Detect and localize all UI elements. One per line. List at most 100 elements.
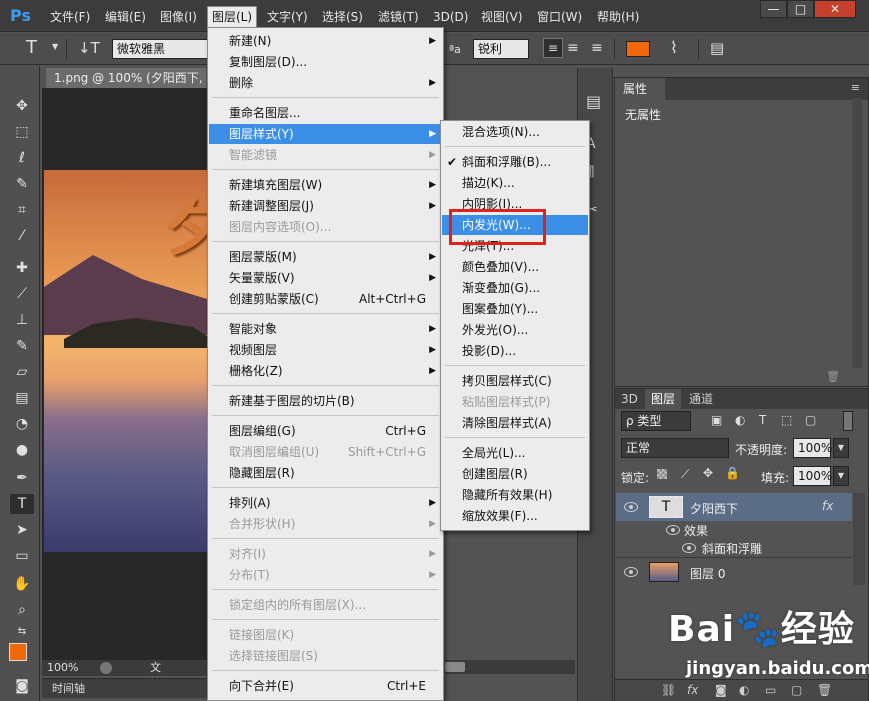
layer-menu-item[interactable]: 图层样式(Y) ▶ <box>209 124 442 144</box>
layer-style-item[interactable]: 全局光(L)... <box>442 443 588 463</box>
layer-menu-item[interactable]: 新建基于图层的切片(B) <box>209 391 442 411</box>
document-tab[interactable]: 1.png @ 100% (夕阳西下, R <box>46 68 206 88</box>
layer-menu-item[interactable]: 重命名图层... <box>209 103 442 123</box>
text-layer-thumbnail[interactable]: T <box>649 496 683 518</box>
filter-adjust-icon[interactable]: ◐ <box>735 413 745 427</box>
layer-menu-item[interactable]: 矢量蒙版(V) ▶ <box>209 268 442 288</box>
layer-style-item[interactable]: 颜色叠加(V)... <box>442 257 588 277</box>
fill-input[interactable]: 100% <box>793 466 832 486</box>
layer-style-item[interactable]: 创建图层(R) <box>442 464 588 484</box>
layer-style-item[interactable]: 内发光(W)... <box>442 215 588 235</box>
canvas-image[interactable]: 夕 <box>44 170 207 552</box>
layer-menu-item[interactable]: 创建剪贴蒙版(C) Alt+Ctrl+G <box>209 289 442 309</box>
layer-style-item[interactable]: 外发光(O)... <box>442 320 588 340</box>
layer-style-item[interactable]: 内阴影(I)... <box>442 194 588 214</box>
shape-tool-icon[interactable]: ▭ <box>10 546 34 566</box>
layer-menu-item[interactable]: 隐藏图层(R) <box>209 463 442 483</box>
trash-icon[interactable]: 🗑 <box>826 370 840 383</box>
align-center-icon[interactable]: ≡ <box>567 40 579 56</box>
filter-type-icon[interactable]: T <box>759 413 766 427</box>
text-color-swatch[interactable] <box>626 41 650 57</box>
layer-style-item[interactable]: 清除图层样式(A) <box>442 413 588 433</box>
healing-brush-tool-icon[interactable]: ✚ <box>10 258 34 278</box>
layer-name[interactable]: 夕阳西下 <box>690 500 738 517</box>
panel-menu-icon[interactable]: ≡ <box>851 81 860 94</box>
layer-menu-item[interactable]: 新建调整图层(J) ▶ <box>209 196 442 216</box>
menu-3d[interactable]: 3D(D) <box>429 7 472 27</box>
status-info-icon[interactable] <box>100 662 112 674</box>
panels-toggle-icon[interactable]: ▤ <box>710 39 724 57</box>
menu-file[interactable]: 文件(F) <box>46 7 94 27</box>
eyedropper-tool-icon[interactable]: ⁄ <box>10 226 34 246</box>
eraser-tool-icon[interactable]: ▱ <box>10 362 34 382</box>
menu-select[interactable]: 选择(S) <box>318 7 367 27</box>
blur-tool-icon[interactable]: ◔ <box>10 414 34 434</box>
visibility-eye-icon[interactable] <box>624 502 638 512</box>
menu-filter[interactable]: 滤镜(T) <box>374 7 423 27</box>
menu-window[interactable]: 窗口(W) <box>533 7 586 27</box>
layer-style-item[interactable]: 渐变叠加(G)... <box>442 278 588 298</box>
path-selection-tool-icon[interactable]: ➤ <box>10 520 34 540</box>
menu-image[interactable]: 图像(I) <box>156 7 201 27</box>
layer-menu-item[interactable]: 删除 ▶ <box>209 73 442 93</box>
tab-layers[interactable]: 图层 <box>645 389 682 409</box>
layer-row[interactable]: 图层 0 <box>616 557 852 585</box>
gradient-tool-icon[interactable]: ▤ <box>10 388 34 408</box>
filter-shape-icon[interactable]: ⬚ <box>781 413 792 427</box>
type-tool-icon[interactable]: T <box>10 494 34 514</box>
layer-filter-select[interactable]: ρ 类型 <box>621 411 691 431</box>
layer-style-item[interactable]: 斜面和浮雕(B)... ✔ <box>442 152 588 172</box>
horizontal-scrollbar[interactable] <box>445 660 575 674</box>
filter-toggle[interactable] <box>843 411 853 431</box>
image-layer-thumbnail[interactable] <box>649 562 679 582</box>
fill-dropdown-icon[interactable]: ▼ <box>833 466 849 486</box>
clone-stamp-tool-icon[interactable]: ⊥ <box>10 310 34 330</box>
layer-menu-item[interactable]: 复制图层(D)... <box>209 52 442 72</box>
layer-menu-item[interactable]: 新建(N) ▶ <box>209 31 442 51</box>
layer-style-item[interactable]: 混合选项(N)... <box>442 122 588 142</box>
menu-edit[interactable]: 编辑(E) <box>101 7 150 27</box>
lock-position-icon[interactable]: ✥ <box>703 466 713 480</box>
zoom-level[interactable]: 100% <box>47 660 78 676</box>
layer-effect-row[interactable]: 斜面和浮雕 <box>616 539 852 557</box>
minimize-button[interactable]: — <box>760 0 787 18</box>
tab-3d[interactable]: 3D <box>615 389 644 409</box>
layer-menu-item[interactable]: 智能对象 ▶ <box>209 319 442 339</box>
layer-style-item[interactable]: 投影(D)... <box>442 341 588 361</box>
chevron-down-icon[interactable]: ▼ <box>52 42 58 51</box>
history-brush-tool-icon[interactable]: ✎ <box>10 336 34 356</box>
orientation-toggle-icon[interactable]: ↓T <box>78 39 100 57</box>
antialias-select[interactable]: 锐利 <box>473 39 529 59</box>
menu-help[interactable]: 帮助(H) <box>593 7 643 27</box>
align-left-icon[interactable]: ≡ <box>543 38 563 58</box>
warp-text-icon[interactable]: ⌇ <box>670 38 678 57</box>
maximize-button[interactable]: □ <box>787 0 814 18</box>
visibility-eye-icon[interactable] <box>624 567 638 577</box>
layer-menu-item[interactable]: 图层编组(G) Ctrl+G <box>209 421 442 441</box>
hand-tool-icon[interactable]: ✋ <box>10 574 34 594</box>
layer-menu-item[interactable]: 向下合并(E) Ctrl+E <box>209 676 442 696</box>
properties-scrollbar[interactable] <box>852 98 862 368</box>
menu-view[interactable]: 视图(V) <box>477 7 527 27</box>
layer-name[interactable]: 图层 0 <box>690 565 725 582</box>
crop-tool-icon[interactable]: ⌗ <box>10 200 34 220</box>
tab-channels[interactable]: 通道 <box>683 389 719 409</box>
history-panel-icon[interactable]: ▤ <box>586 92 601 111</box>
opacity-input[interactable]: 100% <box>793 438 832 458</box>
foreground-color-swatch[interactable] <box>9 643 27 661</box>
layer-menu-item[interactable]: 新建填充图层(W) ▶ <box>209 175 442 195</box>
layer-style-item[interactable]: 光泽(T)... <box>442 236 588 256</box>
lasso-tool-icon[interactable]: ℓ <box>10 148 34 168</box>
layer-style-item[interactable]: 拷贝图层样式(C) <box>442 371 588 391</box>
layer-menu-item[interactable]: 视频图层 ▶ <box>209 340 442 360</box>
align-right-icon[interactable]: ≡ <box>591 40 603 56</box>
dodge-tool-icon[interactable]: ● <box>10 440 34 460</box>
visibility-eye-icon[interactable] <box>682 543 696 553</box>
move-tool-icon[interactable]: ✥ <box>10 96 34 116</box>
menu-layer[interactable]: 图层(L) <box>207 6 258 28</box>
layer-menu-item[interactable]: 图层蒙版(M) ▶ <box>209 247 442 267</box>
opacity-dropdown-icon[interactable]: ▼ <box>833 438 849 458</box>
scrollbar-thumb[interactable] <box>445 662 465 672</box>
swap-colors-icon[interactable]: ⇆ <box>10 622 34 642</box>
timeline-panel-tab[interactable]: 时间轴 <box>42 678 212 698</box>
